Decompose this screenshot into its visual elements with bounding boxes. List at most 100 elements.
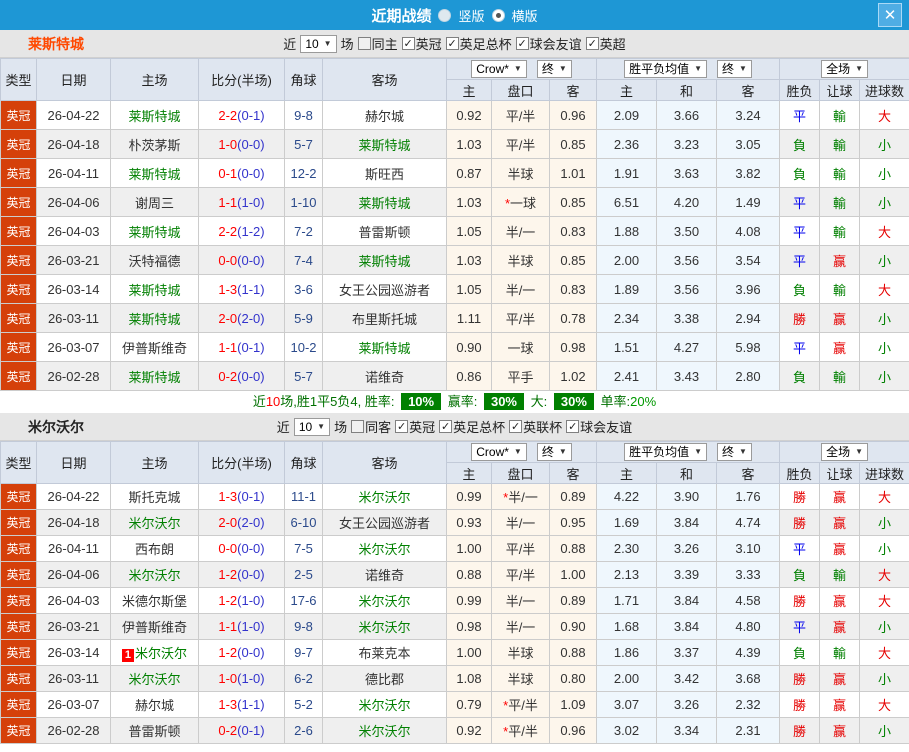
- horizontal-layout-label[interactable]: 横版: [512, 6, 538, 25]
- cell-handicap: 半/一: [491, 509, 550, 536]
- league-option[interactable]: ✓ 英冠: [401, 34, 442, 53]
- col-odds-home: 主: [446, 462, 492, 484]
- league-option[interactable]: ✓ 英足总杯: [439, 417, 505, 436]
- col-corner: 角球: [284, 58, 323, 101]
- cell-avg-home: 2.00: [596, 665, 657, 692]
- cell-date: 26-04-22: [36, 483, 111, 510]
- league-checkbox[interactable]: ✓: [509, 420, 523, 433]
- cell-odds-away: 0.96: [549, 100, 597, 130]
- cell-score: 0-2(0-0): [198, 361, 285, 391]
- cell-handicap-result: 赢: [819, 245, 861, 275]
- league-option[interactable]: ✓ 球会友谊: [566, 417, 632, 436]
- league-checkbox[interactable]: ✓: [515, 37, 529, 50]
- cell-goals: 大: [859, 483, 909, 510]
- cell-date: 26-03-21: [36, 245, 111, 275]
- cell-league: 英冠: [0, 187, 37, 217]
- cell-odds-home: 0.88: [446, 561, 492, 588]
- league-checkbox[interactable]: ✓: [445, 37, 459, 50]
- cell-goals: 大: [859, 639, 909, 666]
- cell-score: 1-2(0-0): [198, 639, 285, 666]
- cell-handicap-result: 赢: [819, 509, 861, 536]
- cell-home-team: 莱斯特城: [110, 216, 199, 246]
- close-button[interactable]: ✕: [878, 3, 902, 27]
- cell-score: 1-2(0-0): [198, 561, 285, 588]
- cell-home-team: 普雷斯顿: [110, 717, 199, 744]
- cell-avg-draw: 3.56: [656, 274, 717, 304]
- cell-league: 英冠: [0, 129, 37, 159]
- same-venue-checkbox[interactable]: [357, 37, 371, 50]
- scope-select[interactable]: 全场 ▼: [821, 60, 868, 78]
- cell-avg-away: 3.96: [715, 274, 781, 304]
- cell-avg-away: 4.39: [715, 639, 781, 666]
- col-avg-home: 主: [596, 79, 657, 101]
- cell-avg-away: 4.80: [715, 613, 781, 640]
- cell-date: 26-04-06: [36, 561, 111, 588]
- cell-handicap: *半/一: [491, 483, 550, 510]
- table-row: 英冠 26-04-18 朴茨茅斯 1-0(0-0) 5-7 莱斯特城 1.03 …: [0, 129, 909, 159]
- cell-score: 1-0(0-0): [198, 129, 285, 159]
- cell-league: 英冠: [0, 361, 37, 391]
- match-count-select[interactable]: 10 ▼: [300, 34, 337, 53]
- league-option[interactable]: ✓ 英足总杯: [445, 34, 512, 53]
- league-option[interactable]: ✓ 英冠: [395, 417, 435, 436]
- cell-odds-home: 0.87: [446, 158, 492, 188]
- league-checkbox[interactable]: ✓: [566, 420, 580, 433]
- league-checkbox[interactable]: ✓: [585, 37, 599, 50]
- cell-goals: 大: [859, 587, 909, 614]
- cell-avg-home: 3.07: [596, 691, 657, 718]
- col-odds-away: 客: [549, 79, 597, 101]
- cell-date: 26-04-03: [36, 587, 111, 614]
- avg-select[interactable]: 胜平负均值 ▼: [624, 60, 707, 78]
- avg-select[interactable]: 胜平负均值 ▼: [624, 443, 707, 461]
- cell-result: 勝: [779, 691, 821, 718]
- results-table-body: 英冠 26-04-22 斯托克城 1-3(0-1) 11-1 米尔沃尔 0.99…: [0, 483, 909, 744]
- cell-odds-away: 0.83: [549, 274, 597, 304]
- cell-goals: 小: [859, 535, 909, 562]
- horizontal-layout-radio[interactable]: [491, 8, 505, 22]
- cell-score: 1-2(1-0): [198, 587, 285, 614]
- same-venue-option[interactable]: 同主: [357, 34, 398, 53]
- cell-avg-draw: 4.27: [656, 332, 717, 362]
- cell-date: 26-02-28: [36, 717, 111, 744]
- cell-corner: 5-7: [284, 361, 323, 391]
- col-avg-home: 主: [596, 462, 657, 484]
- odds-time-select[interactable]: 终 ▼: [536, 60, 572, 78]
- col-home: 主场: [110, 58, 199, 101]
- cell-home-team: 斯托克城: [110, 483, 199, 510]
- cell-score: 2-0(2-0): [198, 303, 285, 333]
- cell-league: 英冠: [0, 587, 37, 614]
- league-option[interactable]: ✓ 英联杯: [509, 417, 562, 436]
- bookmaker-select[interactable]: Crow* ▼: [471, 60, 527, 78]
- title-group: 近期战绩 竖版 横版: [0, 0, 909, 30]
- chevron-down-icon: ▼: [739, 64, 747, 73]
- vertical-layout-label[interactable]: 竖版: [458, 6, 484, 25]
- scope-select[interactable]: 全场 ▼: [821, 443, 868, 461]
- cell-league: 英冠: [0, 535, 37, 562]
- cell-date: 26-04-18: [36, 129, 111, 159]
- col-handicap-result: 让球: [819, 462, 861, 484]
- cell-avg-home: 1.89: [596, 274, 657, 304]
- match-count-select[interactable]: 10 ▼: [293, 417, 331, 436]
- cell-handicap-result: 赢: [819, 332, 861, 362]
- avg-time-select[interactable]: 终 ▼: [717, 443, 752, 461]
- cell-league: 英冠: [0, 613, 37, 640]
- cell-result: 負: [779, 274, 821, 304]
- cell-date: 26-03-21: [36, 613, 111, 640]
- vertical-layout-radio[interactable]: [438, 8, 452, 22]
- odds-time-select[interactable]: 终 ▼: [536, 443, 572, 461]
- league-checkbox[interactable]: ✓: [395, 420, 409, 433]
- cell-goals: 小: [859, 332, 909, 362]
- same-venue-checkbox[interactable]: [351, 420, 365, 433]
- league-checkbox[interactable]: ✓: [439, 420, 453, 433]
- col-avg-away: 客: [715, 462, 781, 484]
- league-option[interactable]: ✓ 英超: [585, 34, 626, 53]
- league-checkbox[interactable]: ✓: [401, 37, 415, 50]
- avg-time-select[interactable]: 终 ▼: [717, 60, 752, 78]
- bookmaker-select[interactable]: Crow* ▼: [471, 443, 527, 461]
- table-row: 英冠 26-04-18 米尔沃尔 2-0(2-0) 6-10 女王公园巡游者 0…: [0, 509, 909, 536]
- same-venue-option[interactable]: 同客: [351, 417, 391, 436]
- cell-avg-away: 2.94: [715, 303, 781, 333]
- league-option[interactable]: ✓ 球会友谊: [515, 34, 582, 53]
- table-row: 英冠 26-03-14 1 米尔沃尔 1-2(0-0) 9-7 布莱克本 1.00…: [0, 639, 909, 666]
- cell-date: 26-04-22: [36, 100, 111, 130]
